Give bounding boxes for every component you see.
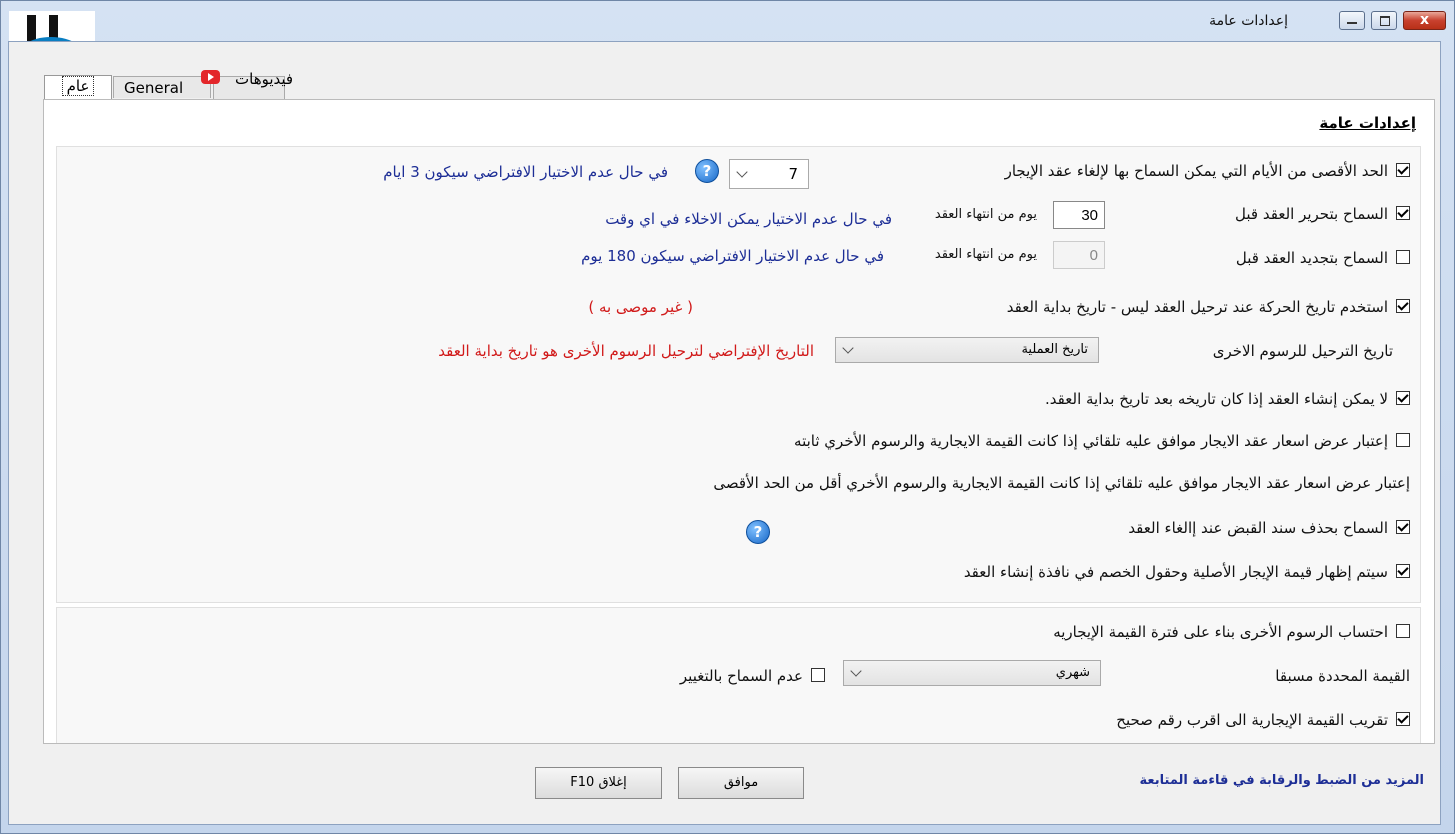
move-date-label: استخدم تاريخ الحركة عند ترحيل العقد ليس … (1006, 298, 1388, 316)
minimize-icon (1347, 22, 1357, 24)
ok-button[interactable]: موافق (678, 767, 804, 799)
max-days-note: في حال عدم الاختيار الافتراضي سيكون 3 اي… (383, 163, 668, 181)
no-change-label: عدم السماح بالتغيير (679, 667, 803, 685)
renew-before-option[interactable]: السماح بتجديد العقد قبل (1236, 249, 1410, 267)
renew-before-unit: يوم من انتهاء العقد (934, 247, 1037, 262)
title-bar: إعدادات عامة x (1, 1, 1454, 79)
chevron-down-icon (736, 166, 748, 178)
minimize-button[interactable] (1339, 11, 1365, 30)
more-controls-link[interactable]: المزيد من الضبط والرقابة في قاءمة المتاب… (1140, 773, 1424, 788)
close-window-button[interactable]: x (1403, 11, 1446, 30)
no-create-after-option[interactable]: لا يمكن إنشاء العقد إذا كان تاريخه بعد ت… (1045, 390, 1410, 408)
edit-before-option[interactable]: السماح بتحرير العقد قبل (1235, 205, 1410, 223)
chevron-down-icon (842, 342, 854, 354)
client-area: عام General فيديوهات إعدادات عامة الحد ا… (8, 41, 1441, 825)
tab-label: General (124, 79, 184, 97)
other-fees-date-label: تاريخ الترحيل للرسوم الاخرى (1212, 342, 1393, 360)
calc-fees-checkbox[interactable] (1396, 624, 1410, 638)
maximize-icon (1380, 16, 1390, 26)
show-original-checkbox[interactable] (1396, 564, 1410, 578)
edit-before-checkbox[interactable] (1396, 206, 1410, 220)
renew-before-label: السماح بتجديد العقد قبل (1235, 249, 1388, 267)
other-fees-date-dropdown[interactable]: تاريخ العملية (835, 337, 1099, 363)
calc-fees-label: احتساب الرسوم الأخرى بناء على فترة القيم… (1053, 623, 1388, 641)
max-days-label: الحد الأقصى من الأيام التي يمكن السماح ب… (1004, 162, 1388, 180)
settings-panel: إعدادات عامة الحد الأقصى من الأيام التي … (43, 99, 1435, 744)
renew-before-note: في حال عدم الاختيار الافتراضي سيكون 180 … (581, 247, 884, 265)
show-original-label: سيتم إظهار قيمة الإيجار الأصلية وحقول ال… (963, 563, 1388, 581)
chevron-down-icon (850, 665, 862, 677)
close-icon: x (1419, 12, 1430, 28)
max-days-value: 7 (788, 165, 798, 183)
maximize-button[interactable] (1371, 11, 1397, 30)
preset-value-dropdown[interactable]: شهري (843, 660, 1101, 686)
delete-receipt-label: السماح بحذف سند القبض عند إالغاء العقد (1128, 519, 1388, 537)
round-value-option[interactable]: تقريب القيمة الإيجارية الى اقرب رقم صحيح (1116, 711, 1410, 729)
close-f10-button[interactable]: إغلاق F10 (535, 767, 662, 799)
tab-general-ar[interactable]: عام (44, 75, 112, 100)
other-fees-date-value: تاريخ العملية (1021, 342, 1088, 357)
fees-settings-group: احتساب الرسوم الأخرى بناء على فترة القيم… (56, 607, 1421, 743)
edit-before-label: السماح بتحرير العقد قبل (1235, 205, 1388, 223)
delete-receipt-option[interactable]: السماح بحذف سند القبض عند إالغاء العقد (1128, 519, 1410, 537)
youtube-icon[interactable] (201, 70, 220, 84)
no-change-option[interactable]: عدم السماح بالتغيير (680, 667, 825, 685)
no-create-after-checkbox[interactable] (1396, 391, 1410, 405)
round-value-checkbox[interactable] (1396, 712, 1410, 726)
auto-approve-fixed-checkbox[interactable] (1396, 433, 1410, 447)
tab-label: عام (61, 76, 95, 96)
max-days-dropdown[interactable]: 7 (729, 159, 809, 189)
window-title: إعدادات عامة (1209, 13, 1288, 29)
renew-before-checkbox[interactable] (1396, 250, 1410, 264)
no-create-after-label: لا يمكن إنشاء العقد إذا كان تاريخه بعد ت… (1045, 390, 1388, 408)
tab-strip: عام General فيديوهات (9, 42, 1440, 100)
videos-label[interactable]: فيديوهات (235, 70, 293, 88)
preset-value-label: القيمة المحددة مسبقا (1275, 667, 1410, 685)
renew-before-days-input[interactable] (1053, 241, 1105, 269)
preset-value-value: شهري (1055, 665, 1090, 680)
edit-before-days-input[interactable] (1053, 201, 1105, 229)
auto-approve-less-label: إعتبار عرض اسعار عقد الايجار موافق عليه … (713, 474, 1410, 492)
calc-fees-option[interactable]: احتساب الرسوم الأخرى بناء على فترة القيم… (1053, 623, 1410, 641)
help-icon[interactable]: ? (695, 159, 719, 183)
help-icon[interactable]: ? (746, 520, 770, 544)
move-date-checkbox[interactable] (1396, 299, 1410, 313)
section-title: إعدادات عامة (1319, 114, 1416, 132)
max-days-checkbox[interactable] (1396, 163, 1410, 177)
edit-before-note: في حال عدم الاختيار يمكن الاخلاء في اي و… (605, 210, 892, 228)
round-value-label: تقريب القيمة الإيجارية الى اقرب رقم صحيح (1116, 711, 1388, 729)
max-days-option[interactable]: الحد الأقصى من الأيام التي يمكن السماح ب… (1005, 162, 1410, 180)
not-recommended-note: ( غير موصى به ) (588, 298, 693, 316)
delete-receipt-checkbox[interactable] (1396, 520, 1410, 534)
edit-before-unit: يوم من انتهاء العقد (934, 207, 1037, 222)
contract-settings-group: الحد الأقصى من الأيام التي يمكن السماح ب… (56, 146, 1421, 603)
auto-approve-fixed-label: إعتبار عرض اسعار عقد الايجار موافق عليه … (794, 432, 1388, 450)
auto-approve-fixed-option[interactable]: إعتبار عرض اسعار عقد الايجار موافق عليه … (794, 432, 1410, 450)
other-fees-date-note: التاريخ الإفتراضي لترحيل الرسوم الأخرى ه… (438, 342, 814, 360)
show-original-option[interactable]: سيتم إظهار قيمة الإيجار الأصلية وحقول ال… (964, 563, 1410, 581)
settings-window: إعدادات عامة x عام General فيديوهات إعدا… (0, 0, 1455, 834)
no-change-checkbox[interactable] (811, 668, 825, 682)
tab-general-en[interactable]: General (113, 76, 211, 98)
move-date-option[interactable]: استخدم تاريخ الحركة عند ترحيل العقد ليس … (1007, 298, 1410, 316)
